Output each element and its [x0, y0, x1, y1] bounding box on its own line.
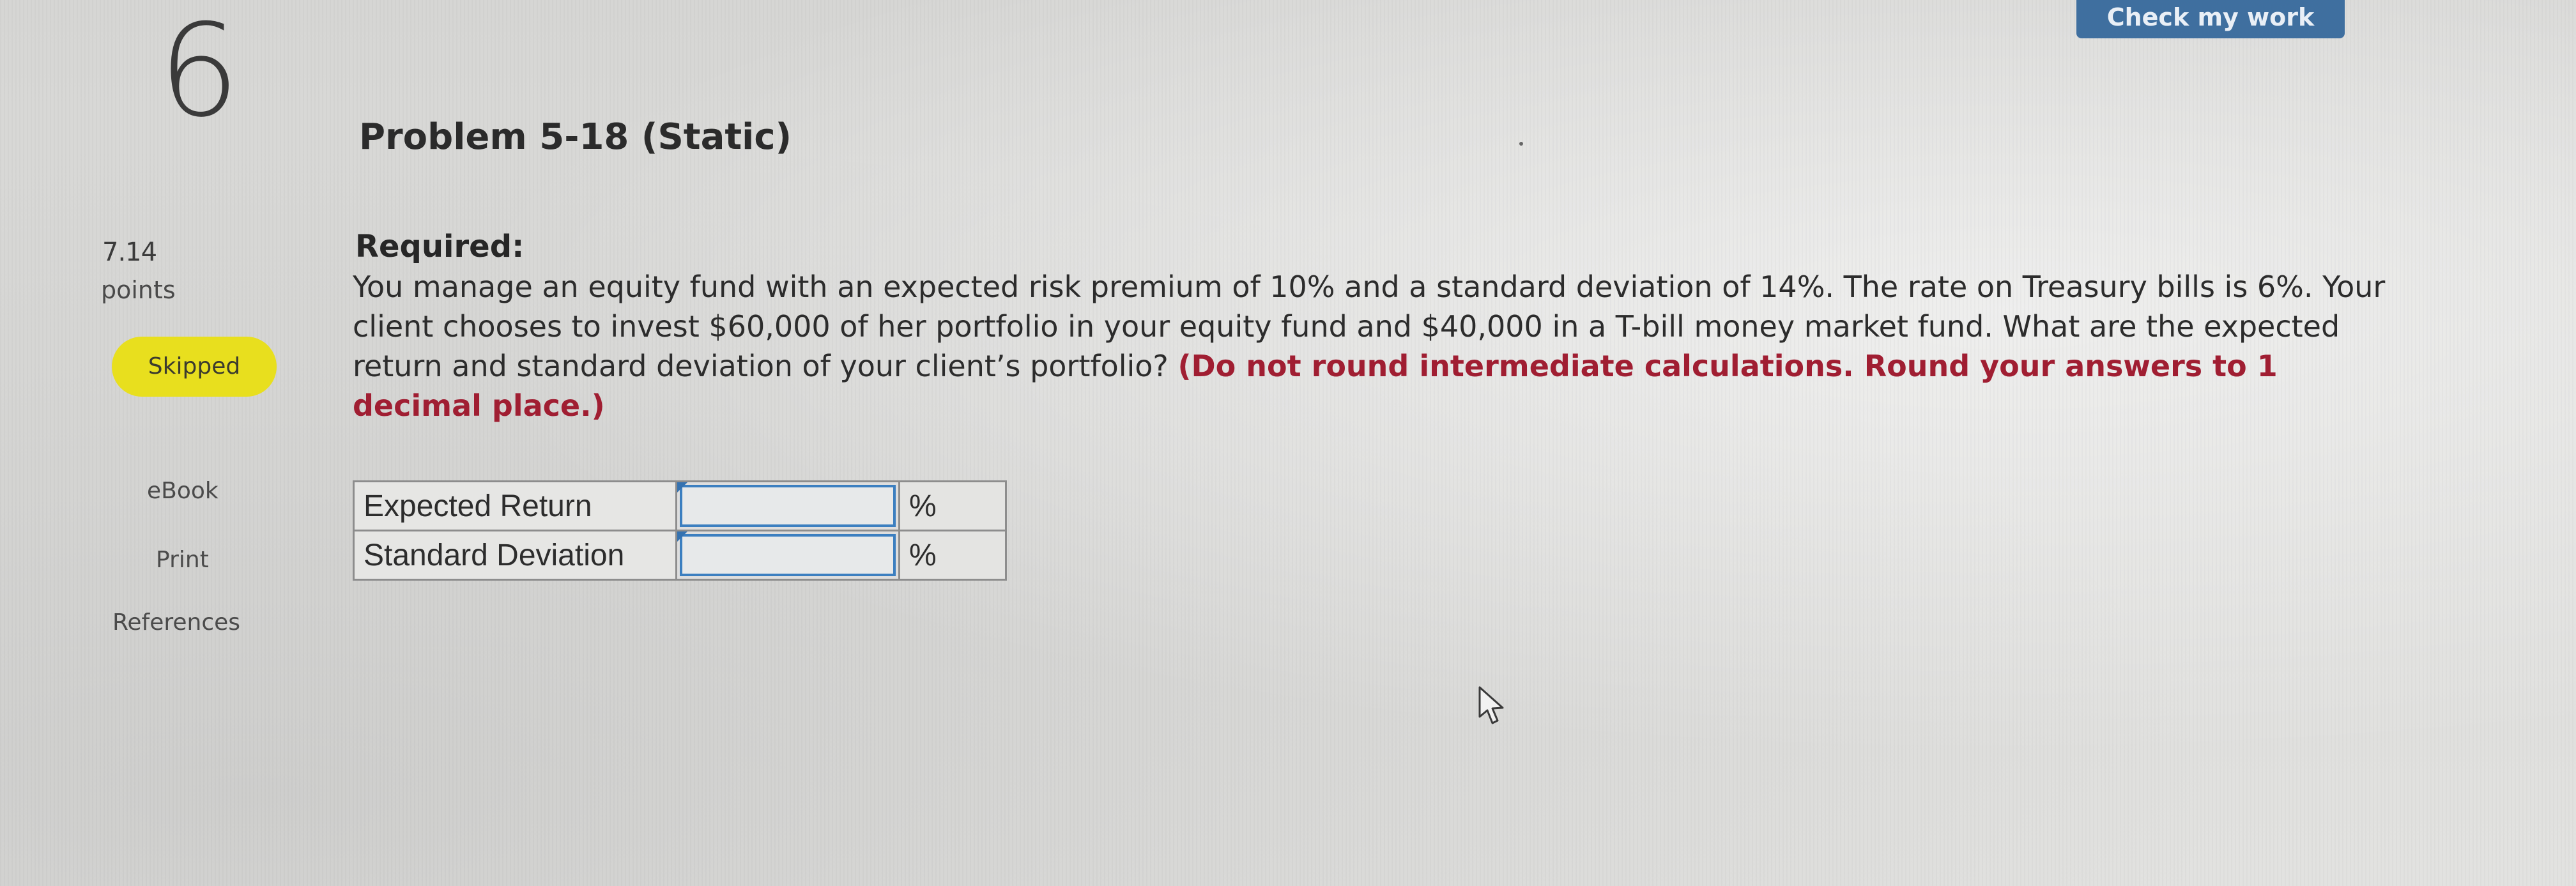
standard-deviation-input[interactable] — [680, 534, 896, 576]
answer-row-standard-deviation: Standard Deviation % — [353, 530, 1007, 581]
mouse-cursor-icon — [1478, 686, 1504, 724]
required-label: Required: — [355, 229, 525, 264]
screen-speck — [1519, 142, 1523, 146]
skipped-status-badge: Skipped — [112, 337, 277, 397]
input-corner-flag-icon — [677, 531, 687, 542]
points-value: 7.14 — [102, 238, 157, 267]
unit-percent: % — [898, 480, 1007, 531]
unit-percent: % — [898, 530, 1007, 581]
references-link[interactable]: References — [112, 609, 240, 636]
input-corner-flag-icon — [677, 482, 687, 493]
check-my-work-button[interactable]: Check my work — [2076, 0, 2345, 38]
expected-return-input[interactable] — [680, 485, 896, 527]
points-label: points — [101, 276, 176, 304]
print-link[interactable]: Print — [156, 547, 209, 573]
ebook-link[interactable]: eBook — [147, 478, 218, 504]
answer-table: Expected Return % Standard Deviation % — [353, 480, 1007, 581]
row-label-expected-return: Expected Return — [353, 480, 677, 531]
question-text: You manage an equity fund with an expect… — [353, 267, 2397, 425]
expected-return-input-cell[interactable] — [675, 480, 900, 531]
question-number: 6 — [158, 0, 240, 146]
standard-deviation-input-cell[interactable] — [675, 530, 900, 581]
problem-title: Problem 5-18 (Static) — [359, 116, 792, 158]
answer-row-expected-return: Expected Return % — [353, 480, 1007, 531]
row-label-standard-deviation: Standard Deviation — [353, 530, 677, 581]
